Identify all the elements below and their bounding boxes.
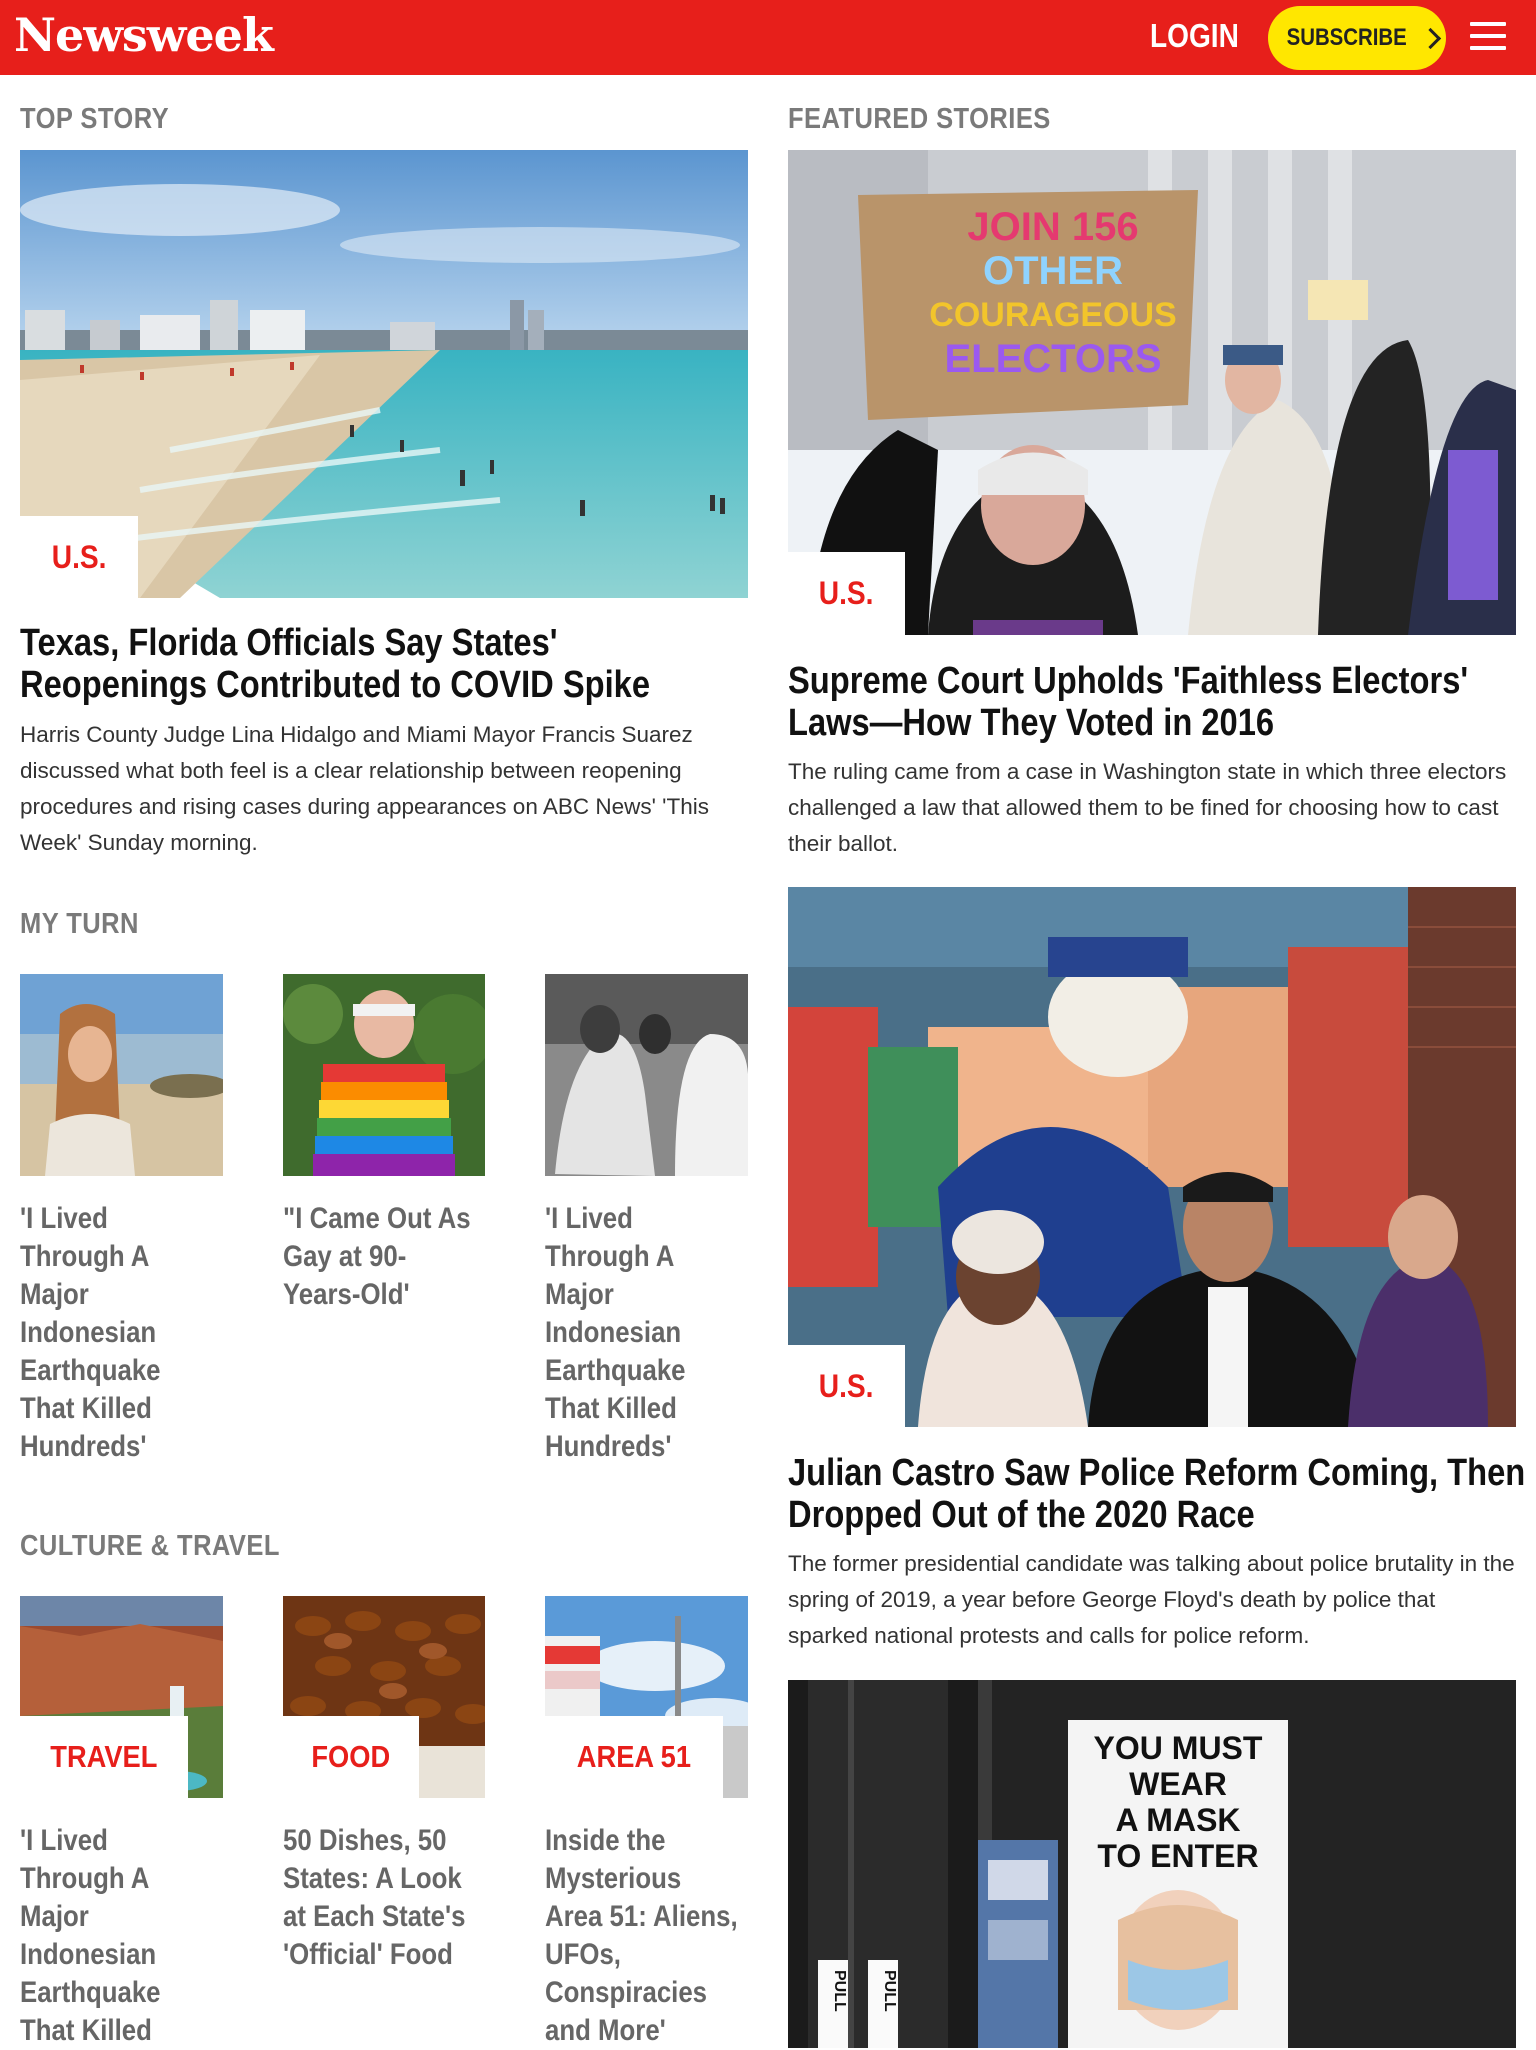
culture-title-travel[interactable]: 'I Lived Through A Major Indonesian Eart…: [20, 1822, 214, 2050]
login-link[interactable]: LOGIN: [1150, 17, 1239, 55]
mask-sign-line-3: A MASK: [1115, 1802, 1241, 1838]
mask-sign-line-1: YOU MUST: [1093, 1730, 1263, 1766]
top-story-label: TOP STORY: [20, 103, 170, 135]
mask-sign-line-4: TO ENTER: [1097, 1838, 1259, 1874]
door-pull-label-right: PULL: [881, 1970, 898, 2012]
my-turn-image-2[interactable]: [283, 974, 485, 1176]
top-story-summary: Harris County Judge Lina Hidalgo and Mia…: [20, 722, 709, 855]
culture-tag-food[interactable]: FOOD: [283, 1716, 419, 1798]
culture-title-area51[interactable]: Inside the Mysterious Area 51: Aliens, U…: [545, 1822, 739, 2050]
subscribe-button[interactable]: SUBSCRIBE: [1268, 6, 1446, 70]
my-turn-image-3[interactable]: [545, 974, 748, 1176]
culture-tag-travel[interactable]: TRAVEL: [20, 1716, 188, 1798]
featured-headline-1[interactable]: Supreme Court Upholds 'Faithless Elector…: [788, 660, 1528, 744]
protest-sign: JOIN 156 OTHER COURAGEOUS ELECTORS: [898, 205, 1208, 381]
culture-travel-label: CULTURE & TRAVEL: [20, 1530, 280, 1562]
subscribe-label: SUBSCRIBE: [1286, 24, 1407, 51]
chevron-right-icon: [1420, 27, 1442, 49]
site-header: Newsweek LOGIN SUBSCRIBE: [0, 0, 1536, 75]
featured-summary-2: The former presidential candidate was ta…: [788, 1551, 1515, 1648]
door-pull-label-left: PULL: [831, 1970, 848, 2012]
featured-tag-1[interactable]: U.S.: [788, 552, 905, 635]
featured-summary-1: The ruling came from a case in Washingto…: [788, 759, 1507, 856]
hamburger-menu-icon[interactable]: [1470, 22, 1506, 52]
mask-sign-line-2: WEAR: [1129, 1766, 1227, 1802]
my-turn-title-2[interactable]: "I Came Out As Gay at 90-Years-Old': [283, 1200, 481, 1314]
my-turn-title-3[interactable]: 'I Lived Through A Major Indonesian Eart…: [545, 1200, 739, 1466]
featured-tag-2[interactable]: U.S.: [788, 1345, 905, 1427]
sign-line-3: COURAGEOUS: [929, 296, 1177, 334]
newsweek-logo[interactable]: Newsweek: [14, 8, 274, 62]
sign-line-2: OTHER: [983, 249, 1123, 293]
featured-headline-2[interactable]: Julian Castro Saw Police Reform Coming, …: [788, 1452, 1528, 1536]
featured-image-mask[interactable]: YOU MUST WEAR A MASK TO ENTER PULL PULL: [788, 1680, 1516, 2048]
top-story-tag[interactable]: U.S.: [20, 516, 138, 598]
my-turn-label: MY TURN: [20, 908, 139, 940]
sign-line-4: ELECTORS: [944, 337, 1162, 381]
my-turn-image-1[interactable]: [20, 974, 223, 1176]
sign-line-1: JOIN 156: [967, 205, 1139, 249]
mask-sign: YOU MUST WEAR A MASK TO ENTER: [1068, 1730, 1288, 1874]
featured-stories-label: FEATURED STORIES: [788, 103, 1051, 135]
culture-title-food[interactable]: 50 Dishes, 50 States: A Look at Each Sta…: [283, 1822, 481, 1974]
culture-tag-area51[interactable]: AREA 51: [545, 1716, 723, 1798]
top-story-headline[interactable]: Texas, Florida Officials Say States' Reo…: [20, 622, 742, 706]
my-turn-title-1[interactable]: 'I Lived Through A Major Indonesian Eart…: [20, 1200, 214, 1466]
